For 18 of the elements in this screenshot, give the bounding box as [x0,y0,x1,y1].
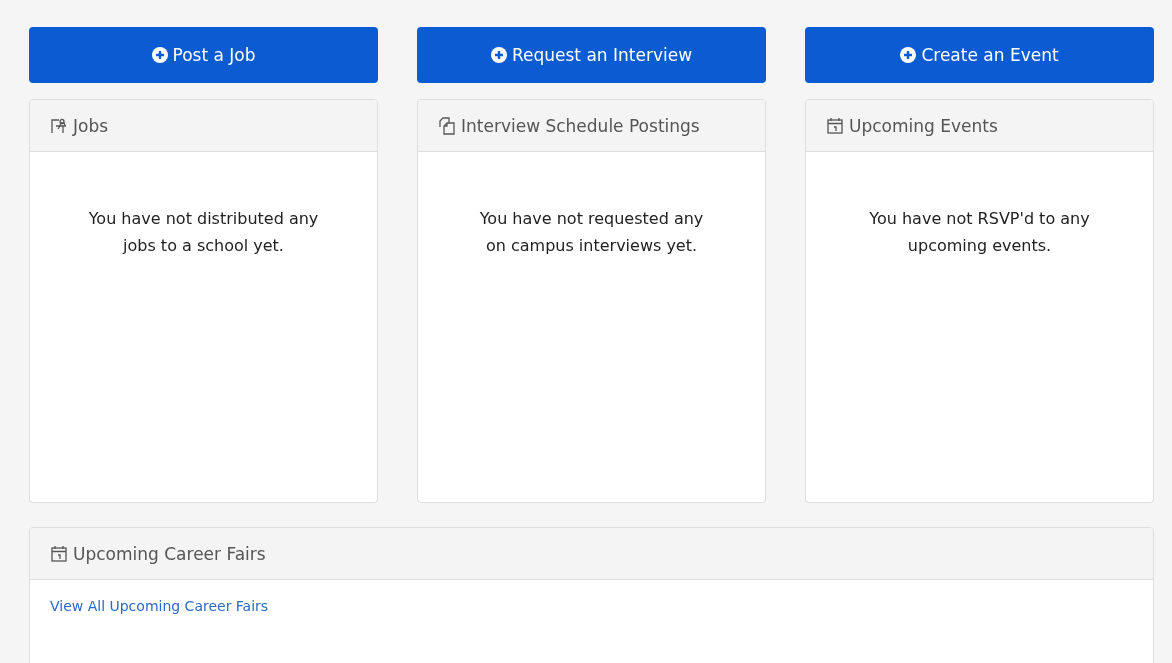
panel-title: Upcoming Events [849,115,998,136]
panel-title: Jobs [73,115,109,136]
calendar-icon [826,116,844,135]
action-button[interactable]: Request an Interview [417,27,766,83]
panel-title: Upcoming Career Fairs [73,543,266,564]
empty-message: You have not distributed any jobs to a school yet. [87,208,320,257]
plus-circle-icon [151,47,168,63]
copy-icon [438,116,456,135]
view-career-fairs-link[interactable]: View All Upcoming Career Fairs [50,598,269,614]
plus-circle-icon [490,47,507,63]
panel-title: Interview Schedule Postings [461,115,700,136]
desk-icon [50,116,68,135]
action-button[interactable]: Create an Event [805,27,1154,83]
plus-circle-icon [900,47,917,63]
empty-message: You have not RSVP'd to any upcoming events. [868,208,1091,257]
action-button[interactable]: Post a Job [29,27,378,83]
empty-message: You have not requested any on campus interviews yet. [478,208,705,257]
calendar-icon [50,544,68,563]
